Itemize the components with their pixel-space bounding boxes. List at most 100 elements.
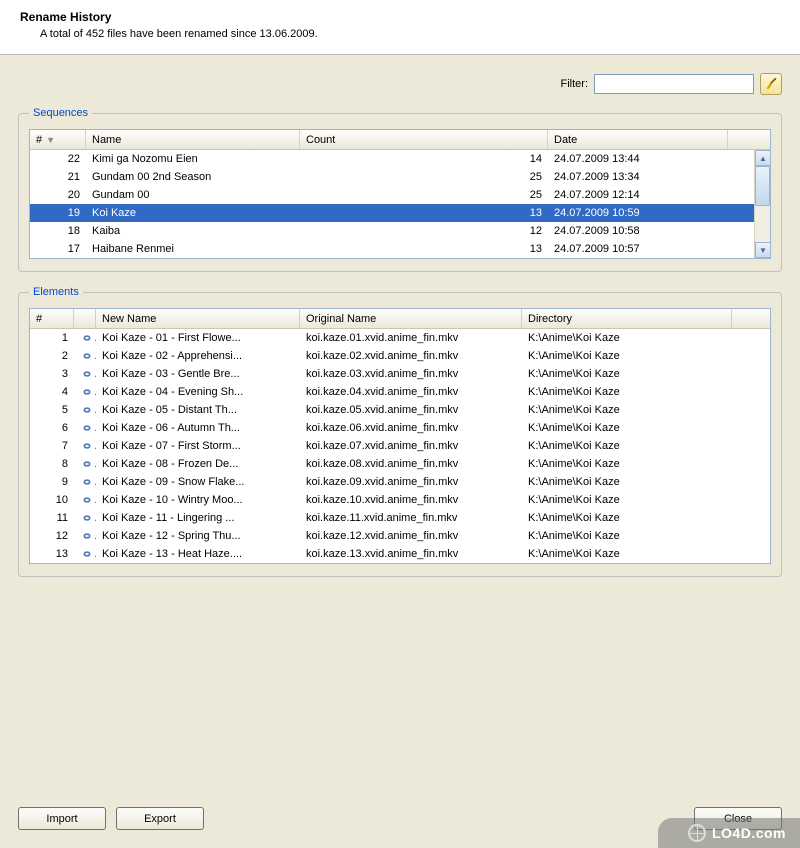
elements-table: # New Name Original Name Directory 1Koi …: [29, 308, 771, 564]
col-number[interactable]: # ▼: [30, 130, 86, 149]
table-row[interactable]: 10Koi Kaze - 10 - Wintry Moo...koi.kaze.…: [30, 491, 770, 509]
cell-num: 11: [30, 512, 74, 524]
cell-name: Gundam 00: [86, 189, 300, 201]
cell-date: 24.07.2009 12:14: [548, 189, 728, 201]
cell-num: 17: [30, 243, 86, 255]
cell-new-name: Koi Kaze - 09 - Snow Flake...: [96, 476, 300, 488]
cell-orig-name: koi.kaze.01.xvid.anime_fin.mkv: [300, 332, 522, 344]
cell-orig-name: koi.kaze.13.xvid.anime_fin.mkv: [300, 548, 522, 560]
cell-orig-name: koi.kaze.07.xvid.anime_fin.mkv: [300, 440, 522, 452]
cell-num: 8: [30, 458, 74, 470]
col-count[interactable]: Count: [300, 130, 548, 149]
scroll-up-icon[interactable]: ▲: [755, 150, 770, 166]
cell-icon: [74, 457, 96, 471]
cell-directory: K:\Anime\Koi Kaze: [522, 404, 732, 416]
cell-name: Koi Kaze: [86, 207, 300, 219]
col-orig-name[interactable]: Original Name: [300, 309, 522, 328]
cell-new-name: Koi Kaze - 08 - Frozen De...: [96, 458, 300, 470]
cell-num: 9: [30, 476, 74, 488]
cell-date: 24.07.2009 13:44: [548, 153, 728, 165]
cell-new-name: Koi Kaze - 07 - First Storm...: [96, 440, 300, 452]
cell-icon: [74, 385, 96, 399]
cell-directory: K:\Anime\Koi Kaze: [522, 386, 732, 398]
table-row[interactable]: 3Koi Kaze - 03 - Gentle Bre...koi.kaze.0…: [30, 365, 770, 383]
rename-link-icon: [80, 440, 94, 452]
table-row[interactable]: 8 Koi Kaze - 08 - Frozen De...koi.kaze.08…: [30, 455, 770, 473]
table-row[interactable]: 19Koi Kaze1324.07.2009 10:59: [30, 204, 754, 222]
cell-count: 25: [300, 171, 548, 183]
cell-icon: [74, 367, 96, 381]
table-row[interactable]: 2Koi Kaze - 02 - Apprehensi...koi.kaze.0…: [30, 347, 770, 365]
table-row[interactable]: 6Koi Kaze - 06 - Autumn Th...koi.kaze.06…: [30, 419, 770, 437]
clear-filter-button[interactable]: [760, 73, 782, 95]
cell-icon: [74, 421, 96, 435]
cell-directory: K:\Anime\Koi Kaze: [522, 476, 732, 488]
cell-num: 21: [30, 171, 86, 183]
cell-orig-name: koi.kaze.04.xvid.anime_fin.mkv: [300, 386, 522, 398]
cell-new-name: Koi Kaze - 03 - Gentle Bre...: [96, 368, 300, 380]
import-button[interactable]: Import: [18, 807, 106, 830]
table-row[interactable]: 13 Koi Kaze - 13 - Heat Haze....koi.kaze.…: [30, 545, 770, 563]
cell-name: Gundam 00 2nd Season: [86, 171, 300, 183]
table-row[interactable]: 21Gundam 00 2nd Season2524.07.2009 13:34: [30, 168, 754, 186]
watermark: LO4D.com: [658, 818, 800, 848]
cell-num: 20: [30, 189, 86, 201]
filter-row: Filter:: [18, 65, 782, 107]
table-row[interactable]: 7Koi Kaze - 07 - First Storm...koi.kaze.…: [30, 437, 770, 455]
table-row[interactable]: 1Koi Kaze - 01 - First Flowe...koi.kaze.…: [30, 329, 770, 347]
cell-count: 25: [300, 189, 548, 201]
table-row[interactable]: 9Koi Kaze - 09 - Snow Flake...koi.kaze.0…: [30, 473, 770, 491]
table-row[interactable]: 18Kaiba1224.07.2009 10:58: [30, 222, 754, 240]
cell-orig-name: koi.kaze.12.xvid.anime_fin.mkv: [300, 530, 522, 542]
cell-new-name: Koi Kaze - 12 - Spring Thu...: [96, 530, 300, 542]
export-button[interactable]: Export: [116, 807, 204, 830]
cell-num: 2: [30, 350, 74, 362]
cell-icon: [74, 529, 96, 543]
rename-link-icon: [80, 530, 94, 542]
rename-link-icon: [80, 404, 94, 416]
cell-new-name: Koi Kaze - 06 - Autumn Th...: [96, 422, 300, 434]
table-row[interactable]: 22Kimi ga Nozomu Eien1424.07.2009 13:44: [30, 150, 754, 168]
cell-directory: K:\Anime\Koi Kaze: [522, 458, 732, 470]
scroll-down-icon[interactable]: ▼: [755, 242, 770, 258]
cell-num: 22: [30, 153, 86, 165]
cell-new-name: Koi Kaze - 05 - Distant Th...: [96, 404, 300, 416]
table-row[interactable]: 17Haibane Renmei1324.07.2009 10:57: [30, 240, 754, 258]
page-title: Rename History: [20, 10, 780, 24]
rename-link-icon: [80, 458, 94, 470]
rename-link-icon: [80, 512, 94, 524]
table-row[interactable]: 5Koi Kaze - 05 - Distant Th...koi.kaze.0…: [30, 401, 770, 419]
cell-num: 12: [30, 530, 74, 542]
col-el-icon[interactable]: [74, 309, 96, 328]
table-row[interactable]: 4Koi Kaze - 04 - Evening Sh...koi.kaze.0…: [30, 383, 770, 401]
cell-num: 18: [30, 225, 86, 237]
cell-num: 1: [30, 332, 74, 344]
filter-input[interactable]: [594, 74, 754, 94]
cell-num: 13: [30, 548, 74, 560]
col-name[interactable]: Name: [86, 130, 300, 149]
rename-link-icon: [80, 476, 94, 488]
col-directory[interactable]: Directory: [522, 309, 732, 328]
rename-link-icon: [80, 386, 94, 398]
cell-date: 24.07.2009 13:34: [548, 171, 728, 183]
cell-orig-name: koi.kaze.06.xvid.anime_fin.mkv: [300, 422, 522, 434]
col-el-number[interactable]: #: [30, 309, 74, 328]
table-row[interactable]: 20Gundam 002524.07.2009 12:14: [30, 186, 754, 204]
cell-icon: [74, 547, 96, 561]
cell-num: 3: [30, 368, 74, 380]
table-row[interactable]: 11Koi Kaze - 11 - Lingering ...koi.kaze.…: [30, 509, 770, 527]
cell-name: Kaiba: [86, 225, 300, 237]
sort-desc-icon: ▼: [46, 135, 55, 145]
cell-count: 12: [300, 225, 548, 237]
col-date[interactable]: Date: [548, 130, 728, 149]
sequences-scrollbar[interactable]: ▲ ▼: [754, 150, 770, 258]
cell-new-name: Koi Kaze - 13 - Heat Haze....: [96, 548, 300, 560]
cell-directory: K:\Anime\Koi Kaze: [522, 440, 732, 452]
table-row[interactable]: 12 Koi Kaze - 12 - Spring Thu...koi.kaze.…: [30, 527, 770, 545]
col-new-name[interactable]: New Name: [96, 309, 300, 328]
cell-name: Haibane Renmei: [86, 243, 300, 255]
cell-orig-name: koi.kaze.08.xvid.anime_fin.mkv: [300, 458, 522, 470]
cell-icon: [74, 493, 96, 507]
scroll-thumb[interactable]: [755, 166, 770, 206]
cell-new-name: Koi Kaze - 10 - Wintry Moo...: [96, 494, 300, 506]
